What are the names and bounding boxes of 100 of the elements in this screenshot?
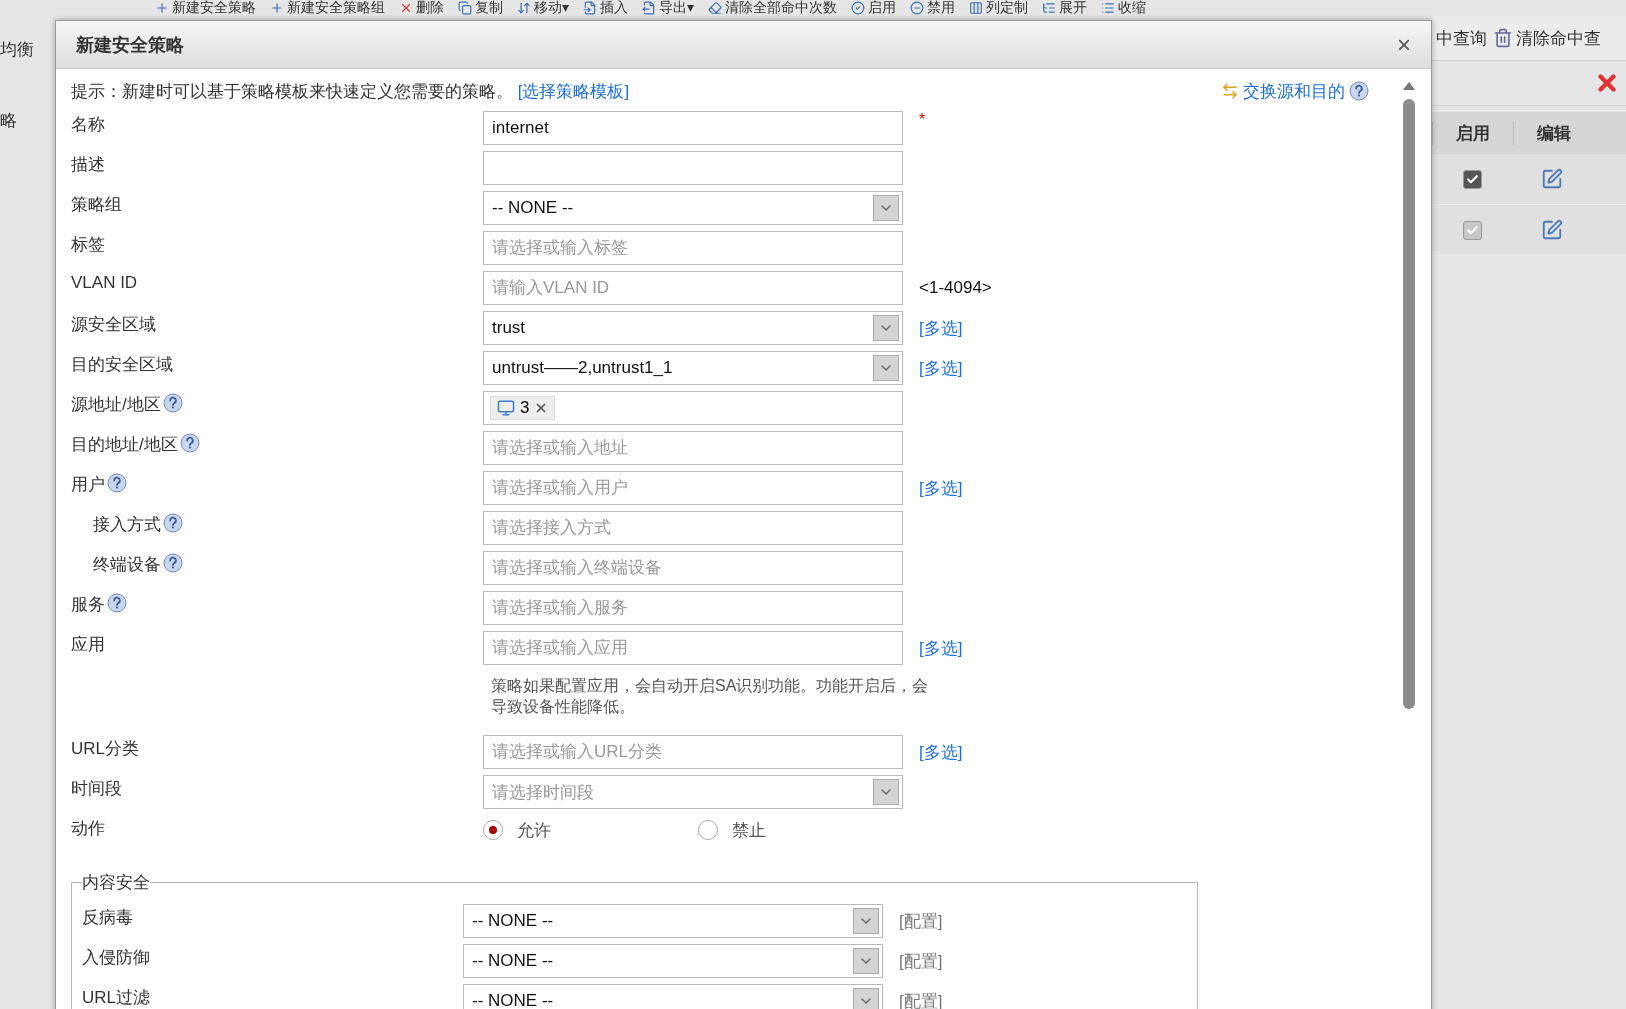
field-label: 服务 (71, 594, 105, 616)
tag-field[interactable]: 3 (483, 391, 903, 425)
help-icon[interactable] (163, 553, 183, 573)
eraser-icon (708, 1, 723, 15)
text-field[interactable]: 请选择接入方式 (483, 511, 903, 545)
field-label: 标签 (71, 234, 105, 256)
toolbar-button[interactable]: 列定制 (969, 0, 1029, 17)
configure-link[interactable]: [配置] (899, 949, 943, 973)
group-legend: 内容安全 (82, 871, 150, 894)
select-field[interactable]: -- NONE -- (463, 944, 883, 978)
text-field[interactable]: 请选择或输入URL分类 (483, 735, 903, 769)
toolbar-button[interactable]: 复制 (458, 0, 503, 17)
edit-icon[interactable] (1541, 168, 1563, 190)
scroll-up-icon[interactable] (1402, 81, 1416, 91)
toolbar-button[interactable]: 移动▾ (517, 0, 570, 17)
toolbar-button[interactable]: 清除全部命中次数 (708, 0, 838, 17)
check-circle-icon (851, 1, 866, 15)
field-label: 目的地址/地区 (71, 434, 178, 456)
plus-icon (155, 1, 169, 15)
radio-option[interactable]: 禁止 (698, 818, 913, 842)
caret-icon (853, 988, 879, 1009)
edit-icon[interactable] (1541, 219, 1563, 241)
field-label: 动作 (71, 818, 105, 840)
menu-item[interactable]: 均衡 (0, 38, 55, 61)
minus-circle-icon (910, 1, 925, 15)
template-link[interactable]: [选择策略模板] (517, 81, 630, 101)
column-header: 编辑 (1513, 121, 1594, 145)
field-label: 描述 (71, 154, 105, 176)
plus-icon (270, 1, 284, 15)
close-button[interactable]: × (1397, 30, 1411, 59)
range-hint: <1-4094> (919, 278, 992, 298)
select-field[interactable]: untrust——2,untrust1_1 (483, 351, 903, 385)
menu-item[interactable]: 略 (0, 109, 55, 132)
required-mark: * (919, 111, 926, 129)
file-import-icon (583, 1, 598, 15)
arrows-icon (517, 1, 531, 15)
select-field[interactable]: -- NONE -- (463, 904, 883, 938)
field-label: 应用 (71, 634, 105, 656)
text-field[interactable]: 请选择或输入用户 (483, 471, 903, 505)
toolbar-button[interactable]: 禁用 (910, 0, 956, 17)
caret-icon (873, 355, 899, 381)
checkbox[interactable] (1462, 169, 1482, 189)
caret-icon (873, 195, 899, 221)
text-field[interactable]: 请选择或输入应用 (483, 631, 903, 665)
text-field[interactable]: internet (483, 111, 903, 145)
toolbar-button[interactable]: 新建安全策略 (155, 0, 256, 17)
dialog-title: 新建安全策略 (76, 33, 184, 57)
help-icon[interactable] (162, 393, 183, 413)
toolbar-button[interactable]: 展开 (1042, 0, 1088, 17)
file-export-icon (642, 1, 657, 15)
toolbar-button[interactable]: 中查询 (1436, 26, 1487, 50)
toolbar-button[interactable]: 导出▾ (642, 0, 695, 17)
text-field[interactable] (483, 151, 903, 185)
caret-icon (873, 779, 899, 805)
delete-icon (399, 1, 413, 15)
check-icon (1465, 172, 1479, 186)
text-field[interactable]: 请选择或输入标签 (483, 231, 903, 265)
help-icon[interactable] (163, 513, 183, 533)
toolbar-button[interactable]: 插入 (583, 0, 629, 17)
multi-select-link[interactable]: [多选] (919, 316, 963, 340)
caret-icon (873, 315, 899, 341)
swap-link[interactable]: 交换源和目的 (1221, 79, 1369, 103)
multi-select-link[interactable]: [多选] (919, 740, 963, 764)
help-icon[interactable] (107, 473, 127, 493)
select-field[interactable]: trust (483, 311, 903, 345)
info-note: 策略如果配置应用，会自动开启SA识别功能。功能开启后，会导致设备性能降低。 (490, 676, 930, 717)
toolbar-button[interactable]: 清除命中查 (1493, 26, 1601, 50)
text-field[interactable]: 请输入VLAN ID (483, 271, 903, 305)
field-label: 名称 (71, 114, 105, 136)
address-tag[interactable]: 3 (490, 396, 556, 420)
toolbar-button[interactable]: 新建安全策略组 (270, 0, 385, 17)
caret-icon (853, 948, 879, 974)
field-label: 策略组 (71, 194, 122, 216)
select-field[interactable]: -- NONE -- (463, 984, 883, 1009)
radio-option[interactable]: 允许 (483, 818, 698, 842)
multi-select-link[interactable]: [多选] (919, 636, 963, 660)
text-field[interactable]: 请选择或输入地址 (483, 431, 903, 465)
multi-select-link[interactable]: [多选] (919, 476, 963, 500)
radio-button[interactable] (483, 820, 503, 840)
toolbar-button[interactable]: 启用 (851, 0, 897, 17)
field-label: 时间段 (71, 778, 122, 800)
toolbar-button[interactable]: 删除 (399, 0, 444, 17)
field-label: 入侵防御 (82, 947, 150, 969)
field-label: 终端设备 (93, 554, 161, 576)
field-label: 用户 (71, 474, 105, 496)
caret-icon (853, 908, 879, 934)
select-field[interactable]: -- NONE -- (483, 191, 903, 225)
toolbar-button[interactable]: 收缩 (1101, 0, 1147, 17)
radio-button[interactable] (698, 820, 718, 840)
multi-select-link[interactable]: [多选] (919, 356, 963, 380)
tree-icon (1042, 1, 1057, 15)
text-field[interactable]: 请选择或输入终端设备 (483, 551, 903, 585)
columns-icon (969, 1, 984, 15)
trash-icon (1493, 28, 1513, 48)
list-icon (1101, 1, 1116, 15)
help-icon[interactable] (107, 593, 127, 613)
hint-text: 提示：新建时可以基于策略模板来快速定义您需要的策略。 [选择策略模板] (71, 80, 630, 103)
text-field[interactable]: 请选择或输入服务 (483, 591, 903, 625)
configure-link[interactable]: [配置] (899, 909, 943, 933)
help-icon[interactable] (179, 433, 200, 453)
